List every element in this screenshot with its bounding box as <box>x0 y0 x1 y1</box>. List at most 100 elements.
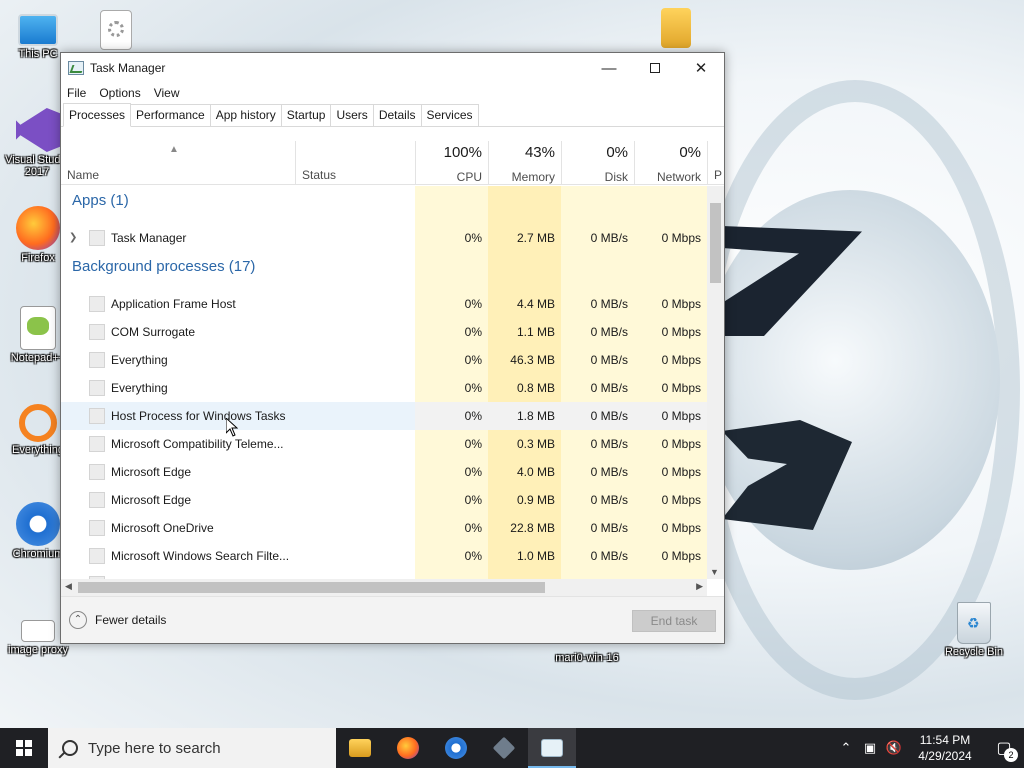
tab-performance[interactable]: Performance <box>130 104 211 126</box>
tab-services[interactable]: Services <box>420 104 479 126</box>
process-icon <box>89 492 105 508</box>
network-icon[interactable]: ▣ <box>858 740 882 756</box>
column-header-network[interactable]: 0% Network <box>634 141 707 185</box>
chromium-icon <box>445 737 467 759</box>
table-row-partial[interactable] <box>61 570 707 579</box>
start-button[interactable] <box>0 728 48 768</box>
group-header-background[interactable]: Background processes (17) <box>61 252 707 290</box>
column-header-name[interactable]: ▲ Name <box>61 141 295 185</box>
end-task-button[interactable]: End task <box>632 610 716 632</box>
taskbar-search-box[interactable]: Type here to search <box>48 728 336 768</box>
table-row[interactable]: Microsoft Windows Search Filte... 0% 1.0… <box>61 542 707 570</box>
maximize-icon <box>650 63 660 73</box>
taskbar: Type here to search ⌃ ▣ 🔇 11:54 PM 4/29/… <box>0 728 1024 768</box>
folder-icon <box>661 8 691 48</box>
scroll-left-icon[interactable]: ◀ <box>65 581 72 592</box>
process-icon <box>89 296 105 312</box>
chevron-right-icon[interactable]: ❯ <box>69 224 77 252</box>
chromium-icon <box>16 502 60 546</box>
table-row[interactable]: Microsoft Edge 0% 0.9 MB 0 MB/s 0 Mbps <box>61 486 707 514</box>
diamond-app-icon <box>492 736 516 760</box>
table-row[interactable]: Everything 0% 46.3 MB 0 MB/s 0 Mbps <box>61 346 707 374</box>
sort-up-icon: ▲ <box>169 144 179 155</box>
process-list: Apps (1) ❯ Task Manager 0% 2.7 MB 0 MB/s… <box>61 186 707 579</box>
notification-center-button[interactable]: ▢ 2 <box>984 738 1024 762</box>
task-manager-icon <box>68 61 84 75</box>
table-row[interactable]: COM Surrogate 0% 1.1 MB 0 MB/s 0 Mbps <box>61 318 707 346</box>
close-button[interactable]: ✕ <box>678 53 724 83</box>
group-header-apps[interactable]: Apps (1) <box>61 186 707 224</box>
firefox-icon <box>16 206 60 250</box>
process-icon <box>89 352 105 368</box>
table-row[interactable]: Host Process for Windows Tasks 0% 1.8 MB… <box>61 402 707 430</box>
table-header: ▲ Name Status 100% CPU 43% Memory 0% Dis… <box>61 141 724 185</box>
process-icon <box>89 548 105 564</box>
folder-icon <box>349 739 371 757</box>
search-placeholder: Type here to search <box>88 739 221 757</box>
minimize-button[interactable]: — <box>586 53 632 83</box>
image-proxy-icon <box>21 620 55 642</box>
tab-processes[interactable]: Processes <box>63 103 132 127</box>
process-icon <box>89 520 105 536</box>
clock[interactable]: 11:54 PM 4/29/2024 <box>906 732 984 764</box>
tab-app-history[interactable]: App history <box>209 104 282 126</box>
desktop-icon-recycle-bin[interactable]: ♻ Recycle Bin <box>938 602 1010 658</box>
taskbar-task-manager[interactable] <box>528 728 576 768</box>
desktop-icon-settings-file[interactable] <box>80 10 152 52</box>
table-row[interactable]: Everything 0% 0.8 MB 0 MB/s 0 Mbps <box>61 374 707 402</box>
monitor-icon <box>18 14 58 46</box>
taskbar-app-diamond[interactable] <box>480 728 528 768</box>
maximize-button[interactable] <box>632 53 678 83</box>
column-header-status[interactable]: Status <box>295 141 415 185</box>
window-title: Task Manager <box>90 61 166 75</box>
volume-muted-icon[interactable]: 🔇 <box>882 740 906 756</box>
tab-users[interactable]: Users <box>330 104 374 126</box>
taskbar-chromium[interactable] <box>432 728 480 768</box>
column-header-cpu[interactable]: 100% CPU <box>415 141 488 185</box>
menu-options[interactable]: Options <box>99 86 140 100</box>
menu-view[interactable]: View <box>154 86 180 100</box>
chevron-up-icon[interactable]: ⌃ <box>834 740 858 756</box>
scroll-right-icon[interactable]: ▶ <box>696 581 703 592</box>
mouse-cursor-icon <box>226 418 238 437</box>
table-row[interactable]: Microsoft Compatibility Teleme... 0% 0.3… <box>61 430 707 458</box>
chevron-up-circle-icon: ⌃ <box>69 611 87 629</box>
tab-startup[interactable]: Startup <box>280 104 332 126</box>
table-row[interactable]: Microsoft Edge 0% 4.0 MB 0 MB/s 0 Mbps <box>61 458 707 486</box>
process-icon <box>89 464 105 480</box>
tab-details[interactable]: Details <box>372 104 422 126</box>
title-bar[interactable]: Task Manager — ✕ <box>61 53 724 83</box>
tab-strip: Processes Performance App history Startu… <box>61 103 724 127</box>
column-header-memory[interactable]: 43% Memory <box>488 141 561 185</box>
scroll-down-icon[interactable]: ▼ <box>710 567 719 577</box>
process-icon <box>89 230 105 246</box>
menu-bar: File Options View <box>61 83 724 103</box>
table-row[interactable]: Microsoft OneDrive 0% 22.8 MB 0 MB/s 0 M… <box>61 514 707 542</box>
horizontal-scrollbar[interactable]: ◀ ▶ <box>61 579 707 596</box>
process-icon <box>89 408 105 424</box>
vertical-scrollbar[interactable]: ▼ <box>707 186 724 579</box>
menu-file[interactable]: File <box>67 86 86 100</box>
taskbar-file-explorer[interactable] <box>336 728 384 768</box>
visual-studio-icon <box>16 108 60 152</box>
process-icon <box>89 380 105 396</box>
clock-time: 11:54 PM <box>919 733 971 747</box>
fewer-details-button[interactable]: ⌃ Fewer details <box>69 611 166 629</box>
task-manager-icon <box>541 739 563 757</box>
column-header-disk[interactable]: 0% Disk <box>561 141 634 185</box>
vertical-scroll-thumb[interactable] <box>710 203 721 283</box>
column-header-more[interactable]: P <box>707 141 724 185</box>
process-icon <box>89 436 105 452</box>
table-row[interactable]: Application Frame Host 0% 4.4 MB 0 MB/s … <box>61 290 707 318</box>
gear-file-icon <box>100 10 132 50</box>
desktop-icon-mari0[interactable]: mari0-win-16 <box>540 652 634 664</box>
taskbar-firefox[interactable] <box>384 728 432 768</box>
magnifier-icon <box>19 404 57 442</box>
notepad-plus-icon <box>20 306 56 350</box>
close-icon: ✕ <box>694 60 708 77</box>
system-tray: ⌃ ▣ 🔇 11:54 PM 4/29/2024 ▢ 2 <box>834 728 1024 768</box>
windows-logo-icon <box>16 740 32 756</box>
horizontal-scroll-thumb[interactable] <box>78 582 545 593</box>
table-row[interactable]: ❯ Task Manager 0% 2.7 MB 0 MB/s 0 Mbps <box>61 224 707 252</box>
desktop-icon-folder[interactable] <box>640 8 712 50</box>
